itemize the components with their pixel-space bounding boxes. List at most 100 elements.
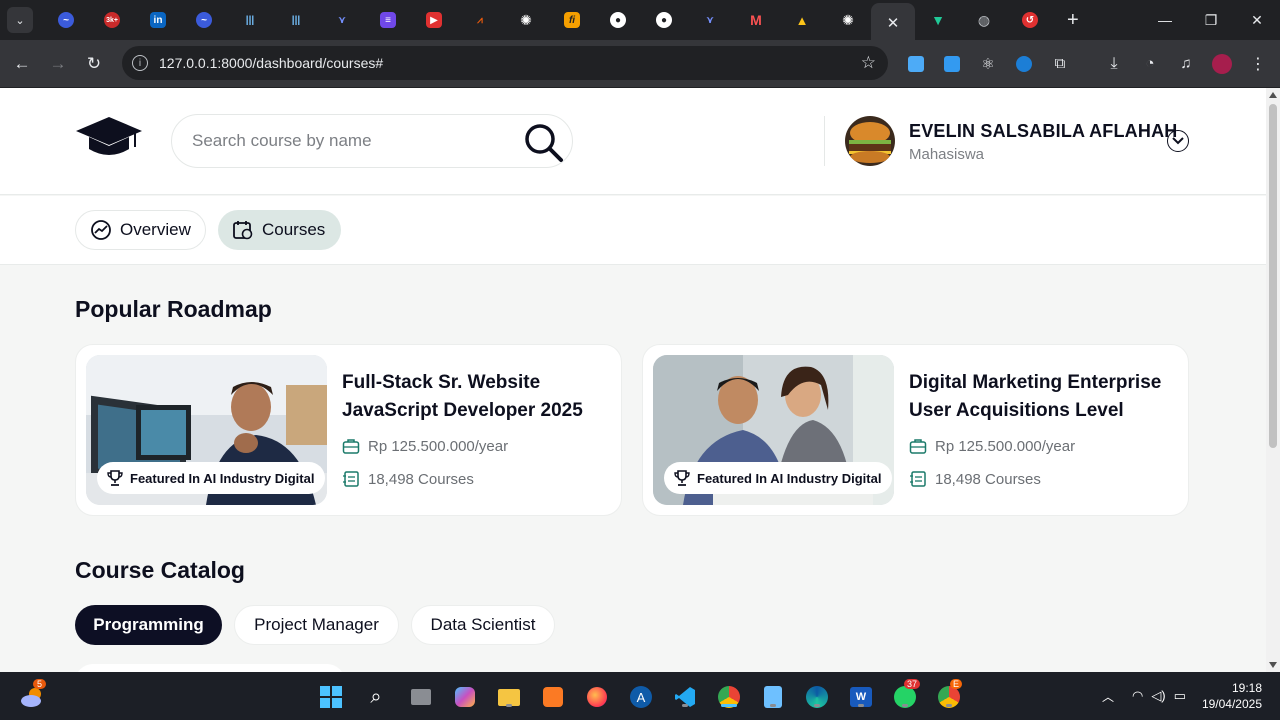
roadmap-course-count: 18,498 Courses (342, 470, 474, 488)
tab[interactable]: ~ (181, 3, 227, 37)
edge-icon[interactable] (804, 684, 830, 710)
new-tab-button[interactable]: + (1067, 9, 1079, 32)
tab[interactable]: fi (549, 3, 595, 37)
bookmark-star-icon[interactable]: ☆ (861, 53, 876, 73)
page-scrollbar[interactable] (1266, 88, 1280, 672)
user-role: Mahasiswa (909, 146, 985, 163)
maximize-button[interactable]: ❐ (1188, 0, 1234, 40)
active-tab[interactable]: ✕ (871, 3, 915, 43)
tab[interactable]: ||| (227, 3, 273, 37)
scroll-down-arrow[interactable] (1269, 662, 1277, 668)
tab[interactable]: ⋎ (319, 3, 365, 37)
notebook-icon (910, 471, 926, 487)
whatsapp-icon[interactable]: 37 (892, 679, 921, 710)
category-programming[interactable]: Programming (75, 605, 222, 645)
favicon-icon: ||| (245, 14, 255, 26)
web-page: EVELIN SALSABILA AFLAHAH Mahasiswa Overv… (0, 88, 1266, 672)
word-icon[interactable]: W (848, 684, 874, 710)
tab[interactable]: ✺ (503, 3, 549, 37)
browser-menu-icon[interactable]: ⋮ (1240, 54, 1276, 74)
roadmap-card[interactable]: Featured In AI Industry Digital Full-Sta… (75, 344, 622, 516)
roadmap-course-count: 18,498 Courses (909, 470, 1041, 488)
copilot-icon[interactable] (452, 684, 478, 710)
volume-icon[interactable]: ◁) (1151, 688, 1165, 704)
chrome-profile-badge: E (950, 679, 963, 689)
minimize-button[interactable]: — (1142, 0, 1188, 40)
tab[interactable]: in (135, 3, 181, 37)
tab[interactable]: M (733, 3, 779, 37)
xampp-icon[interactable] (540, 684, 566, 710)
roadmap-title[interactable]: Digital Marketing Enterprise User Acquis… (909, 369, 1179, 425)
notepad-icon[interactable] (760, 684, 786, 710)
file-explorer-icon[interactable] (496, 684, 522, 710)
forward-button[interactable]: → (40, 46, 76, 82)
category-project-manager[interactable]: Project Manager (234, 605, 399, 645)
battery-icon[interactable]: ▭ (1174, 688, 1186, 704)
tray-overflow-chevron-icon[interactable]: ︿ (1102, 688, 1114, 705)
tab[interactable]: ||| (273, 3, 319, 37)
roadmap-card[interactable]: Featured In AI Industry Digital Digital … (642, 344, 1189, 516)
tab[interactable]: ≡ (365, 3, 411, 37)
chrome-profile-icon[interactable]: E (936, 679, 963, 710)
vscode-icon[interactable] (672, 684, 698, 710)
graduation-cap-logo-icon[interactable] (75, 115, 143, 159)
featured-badge: Featured In AI Industry Digital (97, 462, 326, 494)
tab[interactable]: ↺ (1007, 3, 1053, 37)
firefox-icon[interactable] (584, 684, 610, 710)
tab[interactable]: ⋎ (687, 3, 733, 37)
tab[interactable]: ● (595, 3, 641, 37)
react-devtools-icon[interactable]: ⚛ (970, 55, 1006, 73)
favicon-icon: ~ (58, 12, 74, 28)
openai-icon: ✺ (842, 11, 854, 28)
windows-start-icon[interactable] (318, 684, 344, 710)
site-info-icon[interactable]: i (132, 55, 148, 71)
back-button[interactable]: ← (4, 46, 40, 82)
tab[interactable]: 3k+ (89, 3, 135, 37)
search-icon[interactable] (522, 121, 566, 165)
tab-courses[interactable]: Courses (218, 210, 341, 250)
translate-icon[interactable] (934, 55, 970, 72)
clock[interactable]: 19:18 19/04/2025 (1202, 680, 1262, 712)
tab-overview[interactable]: Overview (75, 210, 206, 250)
category-data-scientist[interactable]: Data Scientist (411, 605, 555, 645)
roadmap-price: Rp 125.500.000/year (909, 437, 1075, 455)
roadmap-title[interactable]: Full-Stack Sr. Website JavaScript Develo… (342, 369, 612, 425)
tab[interactable]: ◍ (961, 3, 1007, 37)
extension-icon[interactable] (898, 55, 934, 72)
popular-roadmap-heading: Popular Roadmap (75, 296, 272, 322)
youtube-icon: ▶ (426, 12, 442, 28)
browser-tabstrip: ⌄ ~ 3k+ in ~ ||| ||| ⋎ ≡ ▶ ⩘ ✺ fi ● ● ⋎ … (0, 0, 1280, 43)
tab[interactable]: ✺ (825, 3, 871, 37)
tab[interactable]: ▶ (411, 3, 457, 37)
performance-icon[interactable]: ◔ (1132, 55, 1168, 72)
accessibility-icon[interactable]: A (628, 684, 654, 710)
chrome-icon[interactable] (716, 684, 742, 710)
search-icon[interactable]: ⌕ (363, 684, 389, 710)
extensions-puzzle-icon[interactable]: ⧉ (1042, 55, 1078, 72)
scroll-up-arrow[interactable] (1269, 92, 1277, 98)
url-text[interactable]: 127.0.0.1:8000/dashboard/courses# (159, 55, 383, 71)
tab[interactable]: ~ (43, 3, 89, 37)
avatar[interactable] (845, 116, 895, 166)
extension-icon[interactable] (1006, 55, 1042, 72)
task-view-icon[interactable] (408, 684, 434, 710)
wifi-icon[interactable]: ◠ (1132, 688, 1143, 704)
download-icon[interactable]: ⤓ (1096, 55, 1132, 73)
reload-button[interactable]: ↻ (76, 46, 112, 82)
course-search-input[interactable] (192, 131, 512, 151)
favicon-icon: ▼ (931, 12, 945, 28)
course-search-box (171, 114, 573, 168)
media-control-icon[interactable]: ♫ (1168, 55, 1204, 72)
tab-search-button[interactable]: ⌄ (7, 7, 33, 33)
tab[interactable]: ⩘ (457, 3, 503, 37)
scroll-thumb[interactable] (1269, 104, 1277, 448)
user-menu-chevron-icon[interactable] (1167, 130, 1189, 152)
close-tab-icon[interactable]: ✕ (887, 14, 900, 32)
tab[interactable]: ▼ (915, 3, 961, 37)
address-bar[interactable]: i 127.0.0.1:8000/dashboard/courses# ☆ (122, 46, 888, 80)
tab[interactable]: ● (641, 3, 687, 37)
weather-widget-icon[interactable]: 5 (19, 679, 47, 710)
profile-avatar-icon[interactable] (1204, 53, 1240, 74)
close-window-button[interactable]: ✕ (1234, 0, 1280, 40)
tab[interactable]: ▲ (779, 3, 825, 37)
